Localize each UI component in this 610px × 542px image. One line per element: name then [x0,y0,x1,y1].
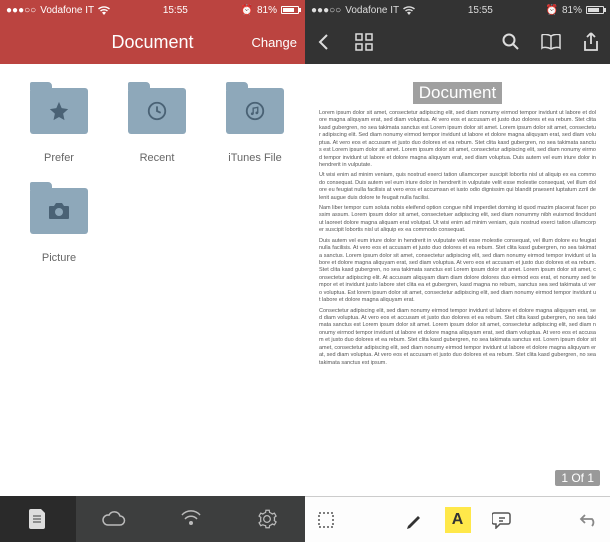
tab-wifi-share[interactable] [153,496,229,542]
document-icon [29,509,47,529]
battery-icon [586,6,604,14]
camera-icon [47,201,71,221]
nav-bar-right [305,20,610,64]
folder-recent[interactable]: Recent [108,74,206,164]
star-icon [48,100,70,122]
folder-label: Picture [42,252,76,264]
alarm-icon: ⏰ [546,5,558,16]
highlight-a-icon: A [452,511,464,529]
left-pane: ●●●○○ Vodafone IT 15:55 ⏰ 81% Document C… [0,0,305,542]
folder-label: Prefer [44,152,74,164]
document-viewport[interactable]: Document Lorem ipsum dolor sit amet, con… [305,64,610,496]
carrier-label: Vodafone IT [40,5,94,16]
wifi-icon [403,6,415,15]
alarm-icon: ⏰ [241,5,253,16]
highlight-tool[interactable]: A [445,507,471,533]
battery-pct: 81% [562,5,582,16]
draw-tool[interactable] [401,507,427,533]
right-pane: ●●●○○ Vodafone IT 15:55 ⏰ 81% [305,0,610,542]
time-label: 15:55 [163,5,188,16]
folder-label: iTunes File [228,152,281,164]
grid-view-button[interactable] [353,31,375,53]
bottom-toolbar-right: A [305,496,610,542]
carrier-label: Vodafone IT [345,5,399,16]
folder-picture[interactable]: Picture [10,174,108,264]
undo-button[interactable] [576,507,602,533]
tab-settings[interactable] [229,496,305,542]
folder-label: Recent [140,152,175,164]
status-bar-right: ●●●○○ Vodafone IT 15:55 ⏰ 81% [305,0,610,20]
select-tool[interactable] [313,507,339,533]
search-button[interactable] [500,31,522,53]
folder-grid: Prefer Recent iTunes File Picture [0,64,305,496]
change-button[interactable]: Change [251,35,297,50]
wifi-share-icon [180,510,202,528]
cloud-icon [102,511,126,527]
tab-documents[interactable] [0,496,76,542]
battery-pct: 81% [257,5,277,16]
gear-icon [257,509,277,529]
page-title: Document [111,32,193,53]
nav-bar-left: Document Change [0,20,305,64]
document-body: Lorem ipsum dolor sit amet, consectetur … [319,110,596,367]
music-icon [244,100,266,122]
share-button[interactable] [580,31,602,53]
document-title: Document [413,82,502,104]
back-button[interactable] [313,31,335,53]
bottom-tab-bar-left [0,496,305,542]
signal-icon: ●●●○○ [311,5,341,16]
book-button[interactable] [540,31,562,53]
time-label: 15:55 [468,5,493,16]
signal-icon: ●●●○○ [6,5,36,16]
clock-icon [146,100,168,122]
folder-prefer[interactable]: Prefer [10,74,108,164]
battery-icon [281,6,299,14]
folder-itunes[interactable]: iTunes File [206,74,304,164]
wifi-icon [98,6,110,15]
status-bar-left: ●●●○○ Vodafone IT 15:55 ⏰ 81% [0,0,305,20]
note-tool[interactable] [489,507,515,533]
page-indicator: 1 Of 1 [555,470,600,486]
tab-cloud[interactable] [76,496,152,542]
